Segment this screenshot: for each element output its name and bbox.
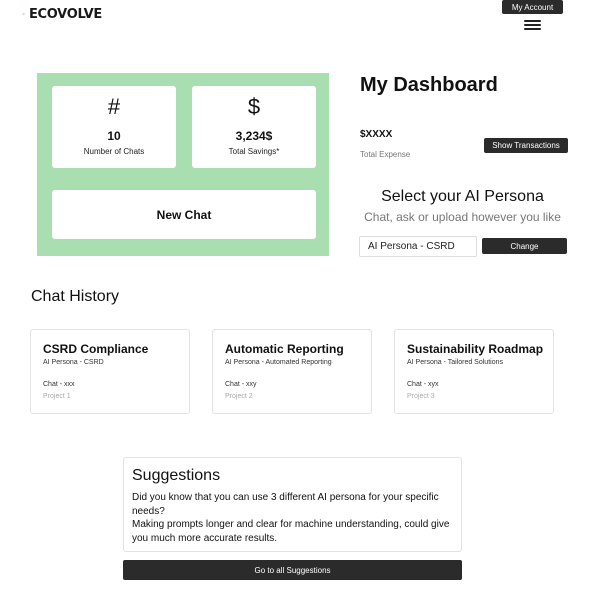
brand-logo[interactable]: ECOVOLVE	[22, 3, 102, 25]
suggestions-panel: Suggestions Did you know that you can us…	[123, 457, 462, 552]
chats-count: 10	[107, 129, 121, 143]
persona-heading: Select your AI Persona	[381, 188, 544, 205]
persona-select-field[interactable]	[359, 236, 477, 257]
chat-history-card[interactable]: CSRD Compliance AI Persona - CSRD Chat -…	[30, 329, 190, 414]
chat-project: Project 2	[225, 393, 253, 400]
page-title: My Dashboard	[360, 74, 498, 96]
all-suggestions-button[interactable]: Go to all Suggestions	[123, 560, 462, 580]
chat-title: CSRD Compliance	[43, 342, 149, 356]
savings-stat-card: $ 3,234$ Total Savings*	[192, 86, 316, 168]
chat-id: Chat - xxy	[225, 381, 257, 388]
hash-icon: #	[107, 94, 121, 119]
persona-subtitle: Chat, ask or upload however you like	[364, 210, 561, 224]
show-transactions-button[interactable]: Show Transactions	[484, 138, 568, 153]
hamburger-menu-icon[interactable]	[523, 18, 543, 33]
chat-id: Chat - xxx	[43, 381, 75, 388]
chats-label: Number of Chats	[83, 147, 145, 156]
total-expense-value: $XXXX	[360, 129, 393, 140]
total-expense-label: Total Expense	[360, 150, 411, 159]
chat-history-heading: Chat History	[31, 288, 120, 305]
chat-persona: AI Persona - CSRD	[43, 359, 104, 366]
chat-history-card[interactable]: Sustainability Roadmap AI Persona - Tail…	[394, 329, 554, 414]
chat-persona: AI Persona - Tailored Solutions	[407, 359, 503, 366]
savings-label: Total Savings*	[228, 147, 280, 156]
dollar-icon: $	[247, 94, 261, 119]
chat-project: Project 3	[407, 393, 435, 400]
chat-project: Project 1	[43, 393, 71, 400]
leaf-logo-icon	[22, 12, 25, 16]
brand-name: ECOVOLVE	[28, 6, 102, 22]
chat-title: Automatic Reporting	[225, 342, 344, 356]
stats-panel: # 10 Number of Chats $ 3,234$ Total Savi…	[37, 73, 329, 256]
savings-value: 3,234$	[235, 129, 273, 143]
suggestion-line: Making prompts longer and clear for mach…	[132, 519, 450, 544]
my-account-button[interactable]: My Account	[502, 0, 563, 14]
suggestion-line: Did you know that you can use 3 differen…	[132, 492, 439, 517]
chat-title: Sustainability Roadmap	[407, 342, 544, 356]
chat-persona: AI Persona - Automated Reporting	[225, 359, 332, 366]
suggestions-text: Did you know that you can use 3 differen…	[132, 491, 462, 545]
suggestions-heading: Suggestions	[132, 467, 221, 484]
chats-stat-card: # 10 Number of Chats	[52, 86, 176, 168]
chat-history-card[interactable]: Automatic Reporting AI Persona - Automat…	[212, 329, 372, 414]
change-persona-button[interactable]: Change	[482, 238, 567, 254]
new-chat-button[interactable]: New Chat	[52, 190, 316, 239]
chat-id: Chat - xyx	[407, 381, 439, 388]
